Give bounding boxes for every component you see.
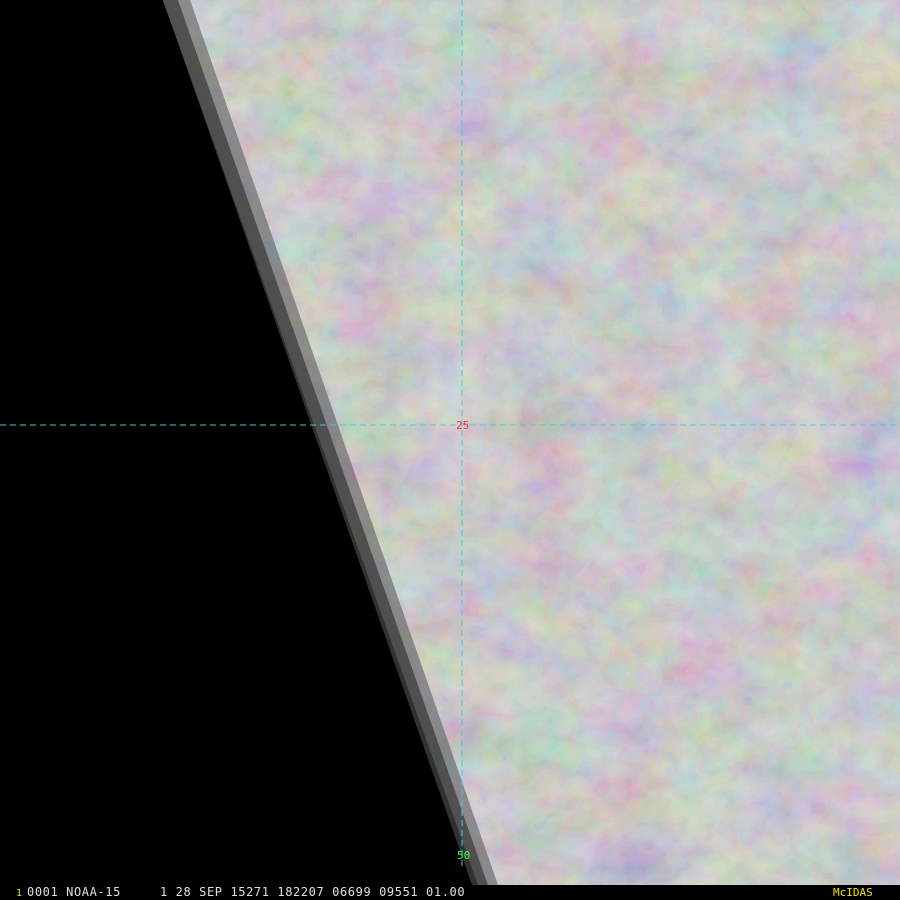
satellite-image: 25 50 bbox=[0, 0, 900, 900]
grid-center-label: 25 bbox=[456, 419, 469, 432]
software-label: McIDAS bbox=[833, 886, 873, 899]
status-text: 0001 NOAA-15 1 28 SEP 15271 182207 06699… bbox=[27, 885, 466, 899]
grid-bottom-label: 50 bbox=[457, 849, 470, 862]
status-bar: 1 0001 NOAA-15 1 28 SEP 15271 182207 066… bbox=[0, 885, 900, 900]
satellite-image-viewport: 25 50 1 0001 NOAA-15 1 28 SEP 15271 1822… bbox=[0, 0, 900, 900]
frame-number: 1 bbox=[16, 888, 23, 899]
